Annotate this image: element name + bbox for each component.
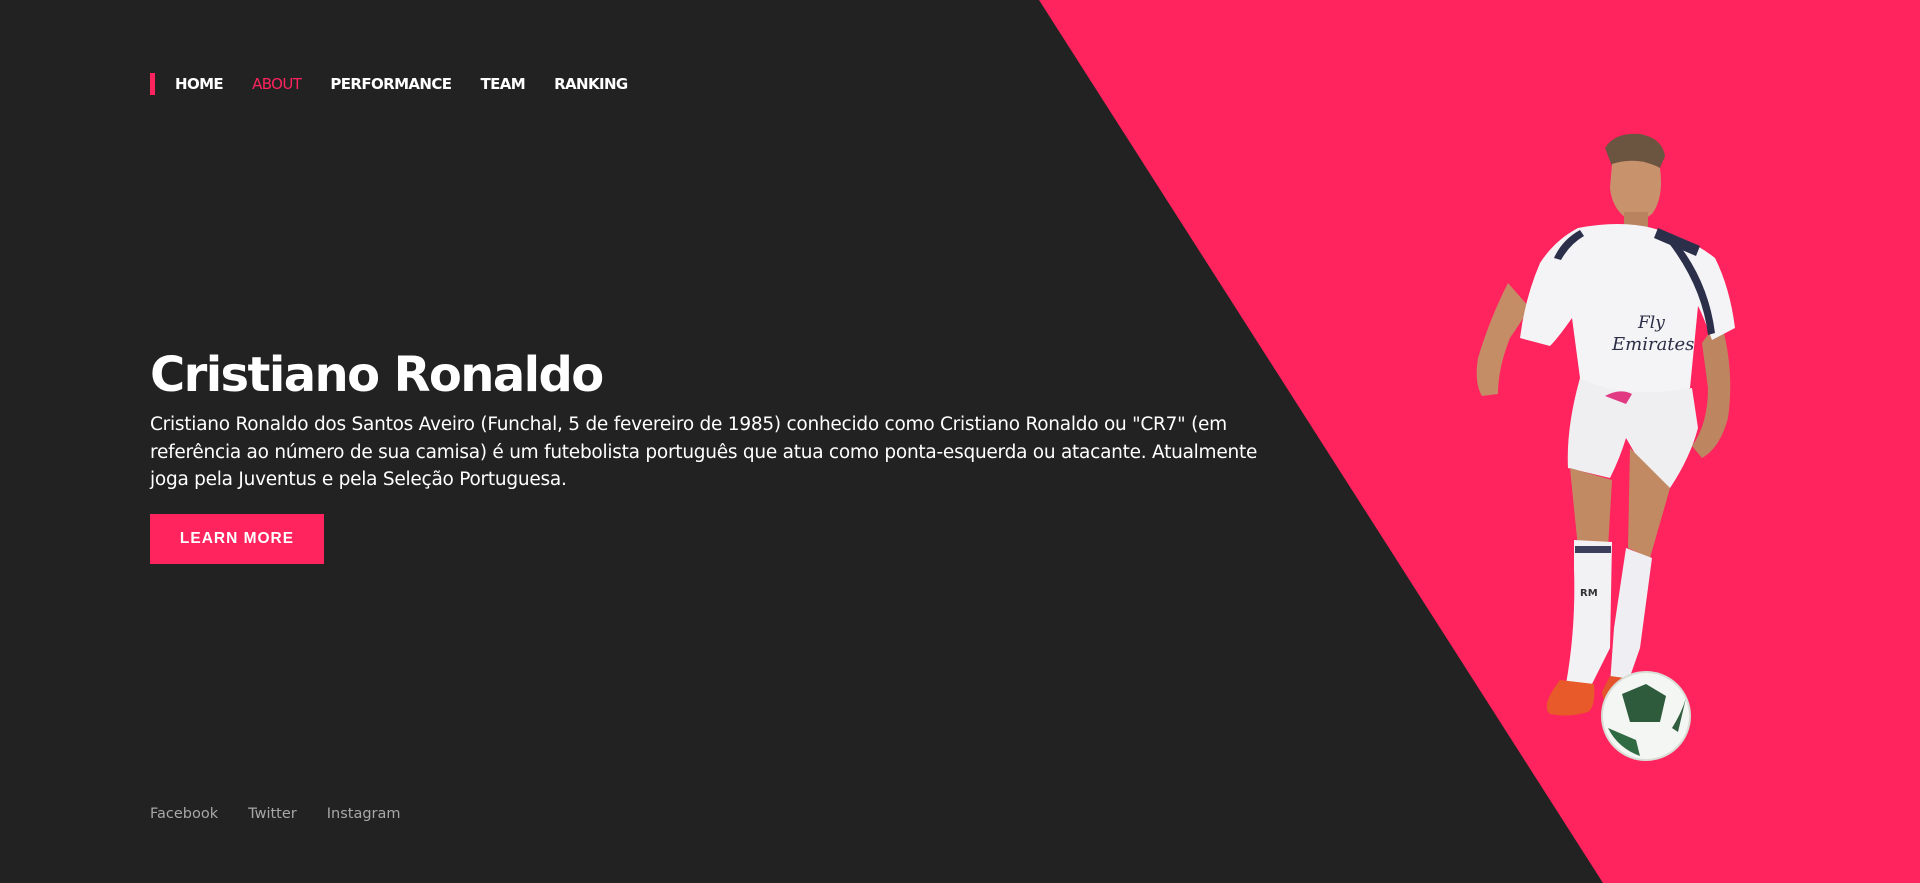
hero-description: Cristiano Ronaldo dos Santos Aveiro (Fun…	[150, 414, 1258, 490]
twitter-link[interactable]: Twitter	[248, 806, 297, 822]
page-title: Cristiano Ronaldo	[150, 347, 604, 403]
nav-item-about[interactable]: ABOUT	[252, 75, 302, 93]
nav-item-performance[interactable]: PERFORMANCE	[330, 75, 452, 93]
instagram-link[interactable]: Instagram	[327, 806, 401, 822]
main-nav: HOME ABOUT PERFORMANCE TEAM RANKING	[150, 73, 657, 95]
facebook-link[interactable]: Facebook	[150, 806, 218, 822]
nav-item-home[interactable]: HOME	[175, 75, 224, 93]
nav-item-ranking[interactable]: RANKING	[554, 75, 628, 93]
svg-text:RM: RM	[1580, 588, 1598, 599]
svg-text:Emirates: Emirates	[1611, 334, 1694, 355]
nav-accent-bar	[150, 73, 155, 95]
player-image: Fly Emirates RM	[1476, 133, 1735, 761]
hero-section: Cristiano Ronaldo Cristiano Ronaldo dos …	[150, 345, 1260, 564]
nav-item-team[interactable]: TEAM	[480, 75, 525, 93]
svg-text:Fly: Fly	[1637, 313, 1665, 333]
learn-more-button[interactable]: LEARN MORE	[150, 513, 324, 564]
social-links: Facebook Twitter Instagram	[150, 806, 431, 822]
